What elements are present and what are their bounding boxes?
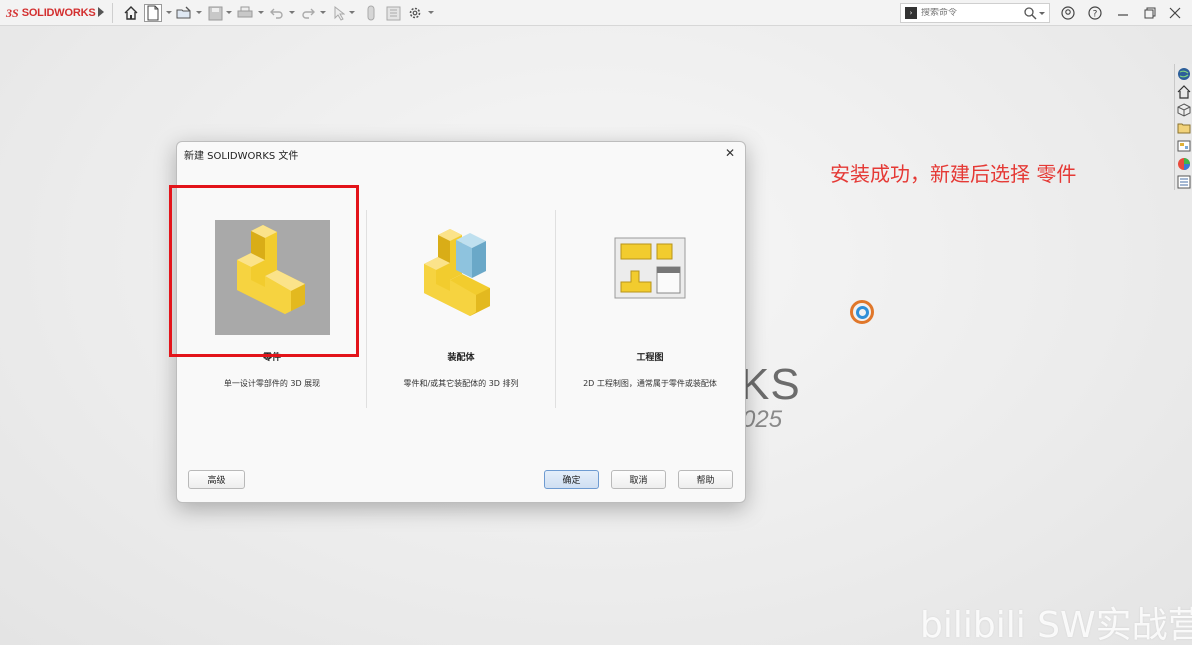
logo-prefix: 3S bbox=[6, 5, 19, 20]
open-dropdown-icon[interactable] bbox=[196, 11, 202, 14]
minimize-icon[interactable] bbox=[1115, 5, 1131, 21]
cursor-indicator-icon bbox=[850, 300, 874, 324]
dialog-title: 新建 SOLIDWORKS 文件 bbox=[184, 151, 299, 162]
new-document-icon[interactable] bbox=[144, 4, 162, 22]
option-drawing[interactable]: 工程图 2D 工程制图，通常属于零件或装配体 bbox=[555, 182, 745, 422]
globe-icon[interactable] bbox=[1177, 66, 1191, 80]
assembly-thumbnail[interactable] bbox=[404, 220, 519, 335]
part-highlight-box bbox=[169, 185, 359, 357]
ok-button[interactable]: 确定 bbox=[544, 470, 599, 489]
top-toolbar: 3S SOLIDWORKS › 搜索命令 ? bbox=[0, 0, 1192, 26]
options-dropdown-icon[interactable] bbox=[428, 11, 434, 14]
search-icon[interactable] bbox=[1023, 6, 1037, 20]
toolbar-divider bbox=[112, 3, 113, 23]
save-dropdown-icon[interactable] bbox=[226, 11, 232, 14]
file-properties-icon[interactable] bbox=[384, 4, 402, 22]
option-label-assembly: 装配体 bbox=[447, 353, 475, 363]
redo-dropdown-icon[interactable] bbox=[320, 11, 326, 14]
select-icon[interactable] bbox=[330, 4, 348, 22]
home-icon[interactable] bbox=[122, 4, 140, 22]
background-brand-year: 025 bbox=[742, 406, 783, 433]
cube-icon[interactable] bbox=[1177, 102, 1191, 117]
restore-icon[interactable] bbox=[1142, 5, 1158, 21]
undo-dropdown-icon[interactable] bbox=[289, 11, 295, 14]
help-button[interactable]: 帮助 bbox=[678, 470, 733, 489]
close-icon[interactable] bbox=[1167, 5, 1183, 21]
search-dropdown-icon[interactable] bbox=[1039, 11, 1045, 15]
solidworks-logo[interactable]: 3S SOLIDWORKS bbox=[6, 5, 96, 21]
tutorial-annotation: 安装成功，新建后选择 零件 bbox=[830, 162, 1077, 186]
undo-icon[interactable] bbox=[268, 4, 286, 22]
menu-expand-icon[interactable] bbox=[98, 7, 104, 17]
search-input[interactable] bbox=[921, 8, 1023, 18]
appearance-icon[interactable] bbox=[1177, 156, 1191, 170]
advanced-button[interactable]: 高级 bbox=[188, 470, 245, 489]
svg-text:?: ? bbox=[1093, 10, 1098, 20]
help-icon[interactable]: ? bbox=[1087, 5, 1103, 21]
new-dropdown-icon[interactable] bbox=[166, 11, 172, 14]
search-commands[interactable]: › bbox=[900, 3, 1050, 23]
option-description-assembly: 零件和/或其它装配体的 3D 排列 bbox=[403, 379, 519, 388]
dialog-close-icon[interactable]: ✕ bbox=[723, 146, 737, 160]
print-dropdown-icon[interactable] bbox=[258, 11, 264, 14]
save-icon[interactable] bbox=[206, 4, 224, 22]
bilibili-watermark: bilibili SW实战营 bbox=[920, 605, 1192, 645]
logo-name: SOLIDWORKS bbox=[21, 7, 96, 19]
select-dropdown-icon[interactable] bbox=[349, 11, 355, 14]
command-prompt-icon: › bbox=[905, 7, 917, 19]
folder-icon[interactable] bbox=[1177, 120, 1191, 134]
view-palette-icon[interactable] bbox=[1177, 138, 1191, 152]
task-pane-tabs bbox=[1174, 64, 1192, 190]
option-description-drawing: 2D 工程制图，通常属于零件或装配体 bbox=[583, 379, 717, 388]
option-label-drawing: 工程图 bbox=[636, 353, 664, 363]
print-icon[interactable] bbox=[236, 4, 254, 22]
home-icon[interactable] bbox=[1177, 84, 1191, 99]
redo-icon[interactable] bbox=[299, 4, 317, 22]
option-description-part: 单一设计零部件的 3D 展现 bbox=[223, 379, 321, 388]
rebuild-icon[interactable] bbox=[362, 4, 380, 22]
drawing-icon bbox=[614, 237, 686, 299]
options-icon[interactable] bbox=[406, 4, 424, 22]
open-icon[interactable] bbox=[175, 4, 193, 22]
drawing-thumbnail[interactable] bbox=[593, 220, 708, 335]
user-account-icon[interactable] bbox=[1060, 5, 1076, 21]
option-assembly[interactable]: 装配体 零件和/或其它装配体的 3D 排列 bbox=[366, 182, 556, 422]
custom-properties-icon[interactable] bbox=[1177, 174, 1191, 189]
background-brand-text: KS bbox=[740, 360, 801, 409]
assembly-icon bbox=[424, 229, 490, 316]
cancel-button[interactable]: 取消 bbox=[611, 470, 666, 489]
